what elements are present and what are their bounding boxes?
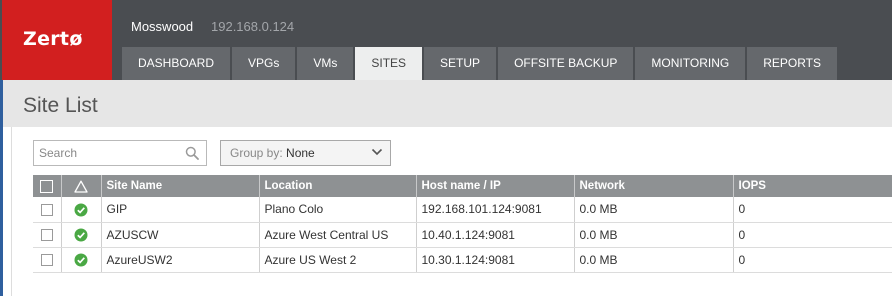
logo-text: Zertø — [23, 28, 83, 50]
tab-setup[interactable]: SETUP — [424, 47, 497, 80]
row-status-cell — [61, 197, 102, 223]
chevron-down-icon — [371, 148, 383, 156]
location-cell: Plano Colo — [259, 197, 417, 223]
column-header-iops[interactable]: IOPS — [733, 175, 892, 197]
column-header-network[interactable]: Network — [574, 175, 734, 197]
main-nav-tabs: DASHBOARD VPGs VMs SITES SETUP OFFSITE B… — [122, 47, 839, 80]
table-row[interactable]: AzureUSW2 Azure US West 2 10.30.1.124:90… — [33, 247, 892, 273]
iops-cell: 0 — [733, 247, 892, 273]
site-name-cell[interactable]: AZUSCW — [101, 222, 260, 248]
column-header-location[interactable]: Location — [259, 175, 417, 197]
check-circle-icon — [74, 203, 88, 217]
host-cell: 10.30.1.124:9081 — [416, 247, 575, 273]
network-cell: 0.0 MB — [574, 222, 734, 248]
tab-sites[interactable]: SITES — [355, 47, 423, 80]
group-by-select[interactable]: Group by: None — [220, 140, 391, 166]
current-site-name: Mosswood — [131, 19, 194, 34]
group-by-label: Group by: — [230, 146, 283, 160]
row-status-cell — [61, 222, 102, 248]
site-name-cell[interactable]: GIP — [101, 197, 260, 223]
iops-cell: 0 — [733, 197, 892, 223]
host-cell: 192.168.101.124:9081 — [416, 197, 575, 223]
tab-vms[interactable]: VMs — [297, 47, 354, 80]
row-status-cell — [61, 247, 102, 273]
top-bar: Zertø Mosswood 192.168.0.124 DASHBOARD V… — [0, 0, 892, 80]
alert-triangle-icon — [74, 180, 88, 193]
tab-vpgs[interactable]: VPGs — [232, 47, 296, 80]
table-row[interactable]: GIP Plano Colo 192.168.101.124:9081 0.0 … — [33, 197, 892, 223]
page-title: Site List — [23, 94, 98, 117]
table-header-row: Site Name Location Host name / IP Networ… — [33, 175, 892, 197]
site-name-cell[interactable]: AzureUSW2 — [101, 247, 260, 273]
column-header-site-name[interactable]: Site Name — [101, 175, 260, 197]
main-content: Site List Group by: None — [3, 80, 892, 296]
iops-cell: 0 — [733, 222, 892, 248]
table-row[interactable]: AZUSCW Azure West Central US 10.40.1.124… — [33, 222, 892, 248]
check-circle-icon — [74, 253, 88, 267]
select-all-header[interactable] — [33, 175, 62, 197]
row-checkbox[interactable] — [40, 254, 53, 267]
search-box — [33, 140, 207, 166]
host-cell: 10.40.1.124:9081 — [416, 222, 575, 248]
row-select-cell[interactable] — [33, 247, 62, 273]
alert-column-header[interactable] — [61, 175, 102, 197]
check-circle-icon — [74, 228, 88, 242]
tab-monitoring[interactable]: MONITORING — [635, 47, 746, 80]
row-checkbox[interactable] — [40, 204, 53, 217]
tab-dashboard[interactable]: DASHBOARD — [122, 47, 231, 80]
row-checkbox[interactable] — [40, 229, 53, 242]
current-site-ip: 192.168.0.124 — [211, 19, 295, 34]
search-icon[interactable] — [185, 146, 199, 160]
network-cell: 0.0 MB — [574, 197, 734, 223]
column-header-host[interactable]: Host name / IP — [416, 175, 575, 197]
group-by-value: None — [286, 146, 315, 160]
tab-offsite-backup[interactable]: OFFSITE BACKUP — [498, 47, 634, 80]
row-select-cell[interactable] — [33, 222, 62, 248]
tab-reports[interactable]: REPORTS — [747, 47, 837, 80]
page-header: Site List — [3, 80, 892, 127]
location-cell: Azure US West 2 — [259, 247, 417, 273]
network-cell: 0.0 MB — [574, 247, 734, 273]
brand-logo[interactable]: Zertø — [2, 0, 112, 80]
search-input[interactable] — [34, 141, 180, 165]
site-table: Site Name Location Host name / IP Networ… — [33, 175, 892, 273]
row-select-cell[interactable] — [33, 197, 62, 223]
location-cell: Azure West Central US — [259, 222, 417, 248]
select-all-checkbox[interactable] — [40, 179, 54, 193]
